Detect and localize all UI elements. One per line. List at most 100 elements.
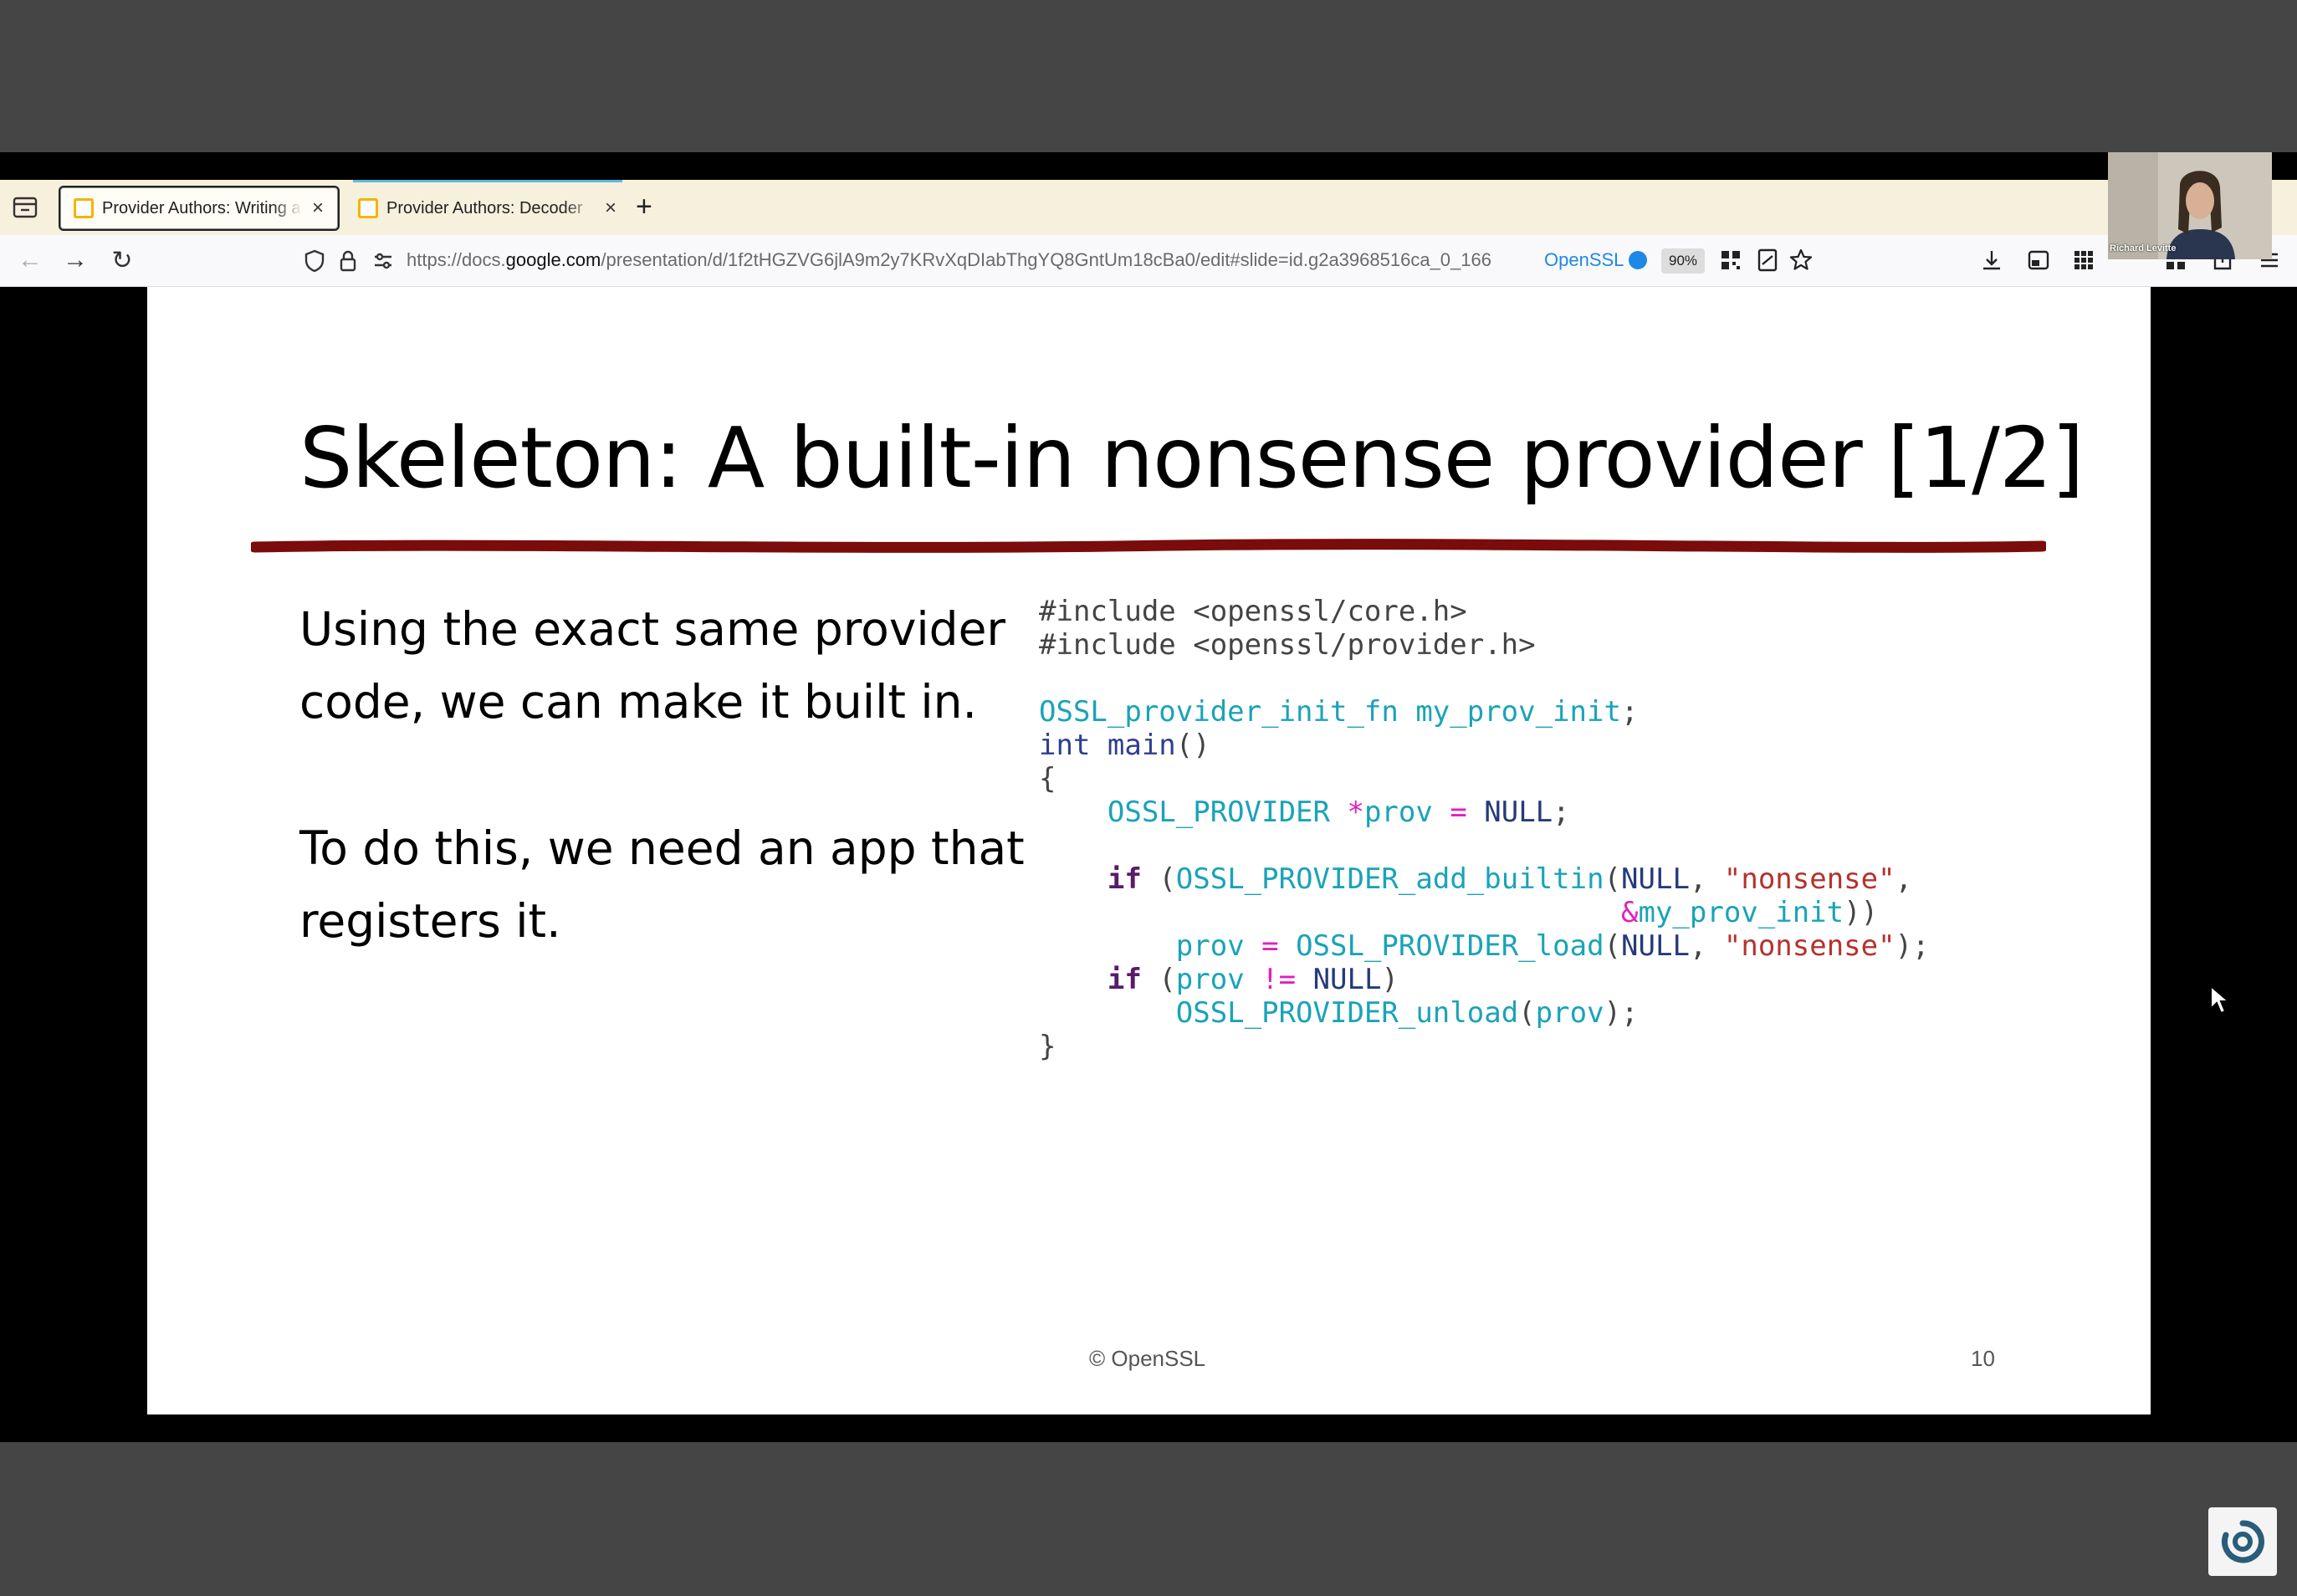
code-token: , [1895,862,1913,896]
code-line: OSSL_PROVIDER_unload(prov); [1039,996,1930,1030]
mouse-pointer-icon [2210,984,2230,1015]
bookmark-star-icon[interactable] [1787,246,1815,274]
code-token: if [1107,963,1142,996]
code-token: & [1620,896,1639,929]
code-token: { [1039,762,1056,795]
code-line: #include <openssl/provider.h> [1039,628,1930,662]
code-token: prov [1175,963,1262,996]
participant-name: Richard Levitte [2110,243,2177,253]
tab-close-icon[interactable]: × [601,197,621,220]
slides-favicon-icon [358,198,378,218]
code-line: #include <openssl/core.h> [1039,595,1930,628]
code-token: = [1450,795,1485,829]
code-line: OSSL_provider_init_fn my_prov_init; [1039,695,1930,729]
code-line: &my_prov_init)) [1039,896,1930,929]
zoom-level-button[interactable]: 90% [1661,248,1705,274]
extension-dot-icon [1629,251,1648,269]
paragraph-built-in: Using the exact same provider code, we c… [299,593,1005,739]
tab-bar: Provider Authors: Writing a × Provider A… [0,180,2297,235]
permissions-icon[interactable] [370,248,396,274]
code-token: prov [1175,929,1262,963]
tracking-shield-icon[interactable] [301,248,328,274]
url-prefix: https://docs. [407,249,506,270]
code-token: ; [1553,795,1570,829]
code-token: != [1261,963,1313,996]
code-token: prov [1535,996,1604,1030]
code-token: OSSL_PROVIDER_add_builtin [1175,862,1604,896]
navigation-toolbar: ← → ↻ https://docs.google.com/presentati… [0,235,2297,287]
code-token: my_prov_init [1638,896,1844,929]
lock-icon[interactable] [335,248,361,274]
slides-favicon-icon [74,198,94,218]
code-token: OSSL_PROVIDER [1107,795,1348,829]
tab-title: Provider Authors: Writing a [102,198,301,217]
sidebar-icon[interactable] [2024,246,2053,274]
downloads-icon[interactable] [1977,246,2006,274]
refresh-icon [2222,1520,2264,1563]
list-all-tabs-icon[interactable] [10,194,40,221]
extension-label: OpenSSL [1544,249,1624,270]
code-line: } [1039,1030,1930,1063]
tab-title: Provider Authors: Decoder [386,198,583,217]
code-token: #include <openssl/core.h> [1039,595,1467,628]
paragraph-line: code, we can make it built in. [299,675,978,729]
code-line: int main() [1039,729,1930,762]
code-token: int [1039,729,1108,762]
code-token: OSSL_PROVIDER_load [1296,929,1604,963]
slide-number: 10 [1971,1346,1995,1371]
code-line: if (prov != NULL) [1039,963,1930,996]
code-line: if (OSSL_PROVIDER_add_builtin(NULL, "non… [1039,862,1930,896]
reload-button[interactable]: ↻ [105,243,139,277]
code-token: NULL [1484,795,1553,829]
code-token: = [1261,929,1297,963]
code-token: ( [1518,996,1536,1030]
url-bar[interactable]: https://docs.google.com/presentation/d/1… [294,235,1491,287]
url-text[interactable]: https://docs.google.com/presentation/d/1… [407,249,1491,271]
code-block: #include <openssl/core.h> #include <opens… [1039,595,1930,1063]
player-reload-button[interactable] [2208,1507,2277,1576]
code-token: ( [1604,862,1622,896]
new-tab-button[interactable]: + [636,191,652,223]
apps-grid-icon[interactable] [2069,246,2098,274]
code-token: ( [1604,929,1622,963]
code-token: ); [1604,996,1639,1030]
qr-code-icon[interactable] [1716,246,1745,274]
paragraph-line: To do this, we need an app that [299,821,1025,875]
code-line: OSSL_PROVIDER *prov = NULL; [1039,795,1930,829]
code-token: if [1107,862,1142,896]
code-token: ; [1620,695,1639,729]
paragraph-app: To do this, we need an app that register… [299,812,1025,958]
tab-loading-indicator [353,180,622,182]
forward-button[interactable]: → [59,243,92,277]
code-token: ( [1141,862,1176,896]
title-underline [251,539,2046,553]
code-token: ); [1895,929,1930,963]
slide-footer: © OpenSSL [1089,1346,1206,1371]
bottom-letterbox [0,1442,2297,1596]
code-token: NULL [1312,963,1382,996]
code-token: "nonsense" [1723,929,1895,963]
code-line: { [1039,762,1930,795]
reader-view-icon[interactable] [1753,246,1782,274]
tab-decoder[interactable]: Provider Authors: Decoder × [345,186,626,231]
top-letterbox [0,0,2297,152]
code-token: #include <openssl/provider.h> [1039,628,1536,662]
paragraph-line: Using the exact same provider [299,602,1006,656]
code-token: OSSL_provider_init_fn my_prov_init [1039,695,1621,729]
tab-writing[interactable]: Provider Authors: Writing a × [59,186,340,231]
code-token: * [1347,795,1364,829]
code-token: "nonsense" [1723,862,1895,896]
slide: Skeleton: A built-in nonsense provider [… [147,287,2151,1414]
code-token: ( [1141,963,1176,996]
back-button[interactable]: ← [13,243,47,277]
openssl-extension-button[interactable]: OpenSSL [1544,249,1648,271]
code-token: } [1039,1030,1056,1063]
slide-title: Skeleton: A built-in nonsense provider [… [299,409,2085,507]
tab-close-icon[interactable]: × [308,197,328,220]
